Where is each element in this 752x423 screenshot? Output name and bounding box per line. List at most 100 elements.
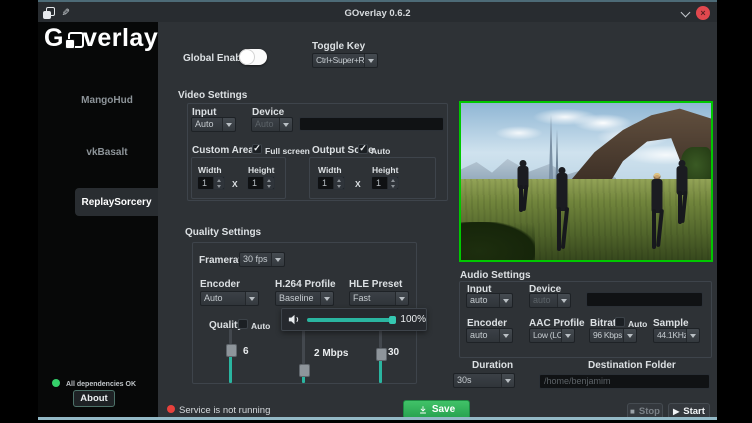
about-button[interactable]: About bbox=[73, 390, 115, 407]
bitrate-slider[interactable] bbox=[299, 329, 308, 383]
slider-handle[interactable] bbox=[389, 316, 396, 324]
character-silhouette bbox=[516, 160, 530, 212]
output-scale-auto-checkbox[interactable]: ✓ bbox=[358, 144, 368, 154]
custom-area-group: Width 1 X Height 1 bbox=[191, 157, 286, 199]
aac-profile-select[interactable]: Low (LC) bbox=[529, 328, 575, 343]
scale-width-spinner[interactable]: 1 bbox=[317, 176, 345, 190]
play-icon: ▶ bbox=[673, 408, 679, 416]
window-titlebar: ✎ GOverlay 0.6.2 × bbox=[38, 0, 717, 22]
h264-profile-label: H.264 Profile bbox=[275, 280, 336, 290]
sidebar-item-vkbasalt[interactable]: vkBasalt bbox=[38, 147, 158, 158]
x-separator: X bbox=[232, 180, 238, 189]
bitrate-select[interactable]: 96 Kbps bbox=[589, 328, 637, 343]
logo-text-suffix: verlay bbox=[83, 24, 158, 53]
output-scale-group: Width 1 X Height 1 bbox=[309, 157, 436, 199]
duration-select[interactable]: 30s bbox=[453, 373, 515, 388]
main-content: Global Enable Toggle Key Ctrl+Super+R Vi… bbox=[158, 22, 717, 417]
check-icon: ✓ bbox=[359, 144, 367, 153]
stop-icon: ■ bbox=[630, 408, 635, 416]
global-enable-toggle[interactable] bbox=[239, 49, 267, 65]
quality-max-slider[interactable] bbox=[376, 329, 385, 383]
character-silhouette bbox=[553, 167, 571, 251]
character-silhouette bbox=[675, 160, 689, 224]
down-arrow-icon[interactable] bbox=[264, 183, 274, 189]
character-silhouette bbox=[649, 173, 665, 249]
audio-settings-group: Input auto Device auto Encoder auto AAC … bbox=[459, 281, 712, 358]
output-scale-auto-label: Auto bbox=[371, 147, 390, 156]
destination-folder-label: Destination Folder bbox=[588, 361, 676, 371]
quality-min-value: 6 bbox=[243, 346, 249, 357]
video-device-field[interactable] bbox=[299, 117, 444, 131]
fullscreen-label: Full screen bbox=[265, 147, 310, 156]
game-preview bbox=[459, 101, 713, 262]
dependencies-status: All dependencies OK bbox=[66, 381, 136, 388]
volume-popup: 100% bbox=[281, 308, 427, 331]
video-device-select[interactable]: Auto bbox=[251, 117, 293, 132]
service-status-text: Service is not running bbox=[179, 405, 270, 416]
duration-label: Duration bbox=[472, 361, 513, 371]
h264-profile-select[interactable]: Baseline bbox=[275, 291, 334, 306]
volume-slider[interactable] bbox=[307, 318, 394, 322]
sidebar-item-mangohud[interactable]: MangoHud bbox=[38, 95, 158, 106]
video-input-select[interactable]: Auto bbox=[191, 117, 236, 132]
slider-handle[interactable] bbox=[376, 348, 387, 361]
hle-preset-label: HLE Preset bbox=[349, 280, 402, 290]
down-arrow-icon[interactable] bbox=[334, 183, 344, 189]
down-arrow-icon[interactable] bbox=[388, 183, 398, 189]
down-arrow-icon[interactable] bbox=[214, 183, 224, 189]
goverlay-logo: G verlay bbox=[44, 24, 158, 53]
slider-handle[interactable] bbox=[299, 364, 310, 377]
quality-min-slider[interactable] bbox=[226, 329, 235, 383]
sample-select[interactable]: 44.1KHz bbox=[653, 328, 700, 343]
save-download-icon bbox=[418, 405, 428, 415]
chevron-down-icon bbox=[499, 294, 512, 307]
service-status-dot bbox=[167, 405, 175, 413]
chevron-down-icon bbox=[557, 294, 570, 307]
fullscreen-checkbox[interactable]: ✓ bbox=[252, 144, 262, 154]
window-title: GOverlay 0.6.2 bbox=[38, 4, 717, 24]
bitrate-auto-checkbox[interactable] bbox=[615, 317, 625, 327]
video-settings-group: Input Auto Device Auto Custom Area ✓ Ful… bbox=[187, 103, 448, 201]
dependencies-status-dot bbox=[52, 379, 60, 387]
framerate-select[interactable]: 30 fps bbox=[239, 252, 285, 267]
audio-device-select[interactable]: auto bbox=[529, 293, 571, 308]
scale-height-spinner[interactable]: 1 bbox=[371, 176, 399, 190]
chevron-down-icon bbox=[501, 374, 514, 387]
custom-height-spinner[interactable]: 1 bbox=[247, 176, 275, 190]
close-button[interactable]: × bbox=[696, 6, 710, 20]
custom-area-label: Custom Area bbox=[192, 146, 254, 156]
width-label: Width bbox=[318, 166, 342, 175]
audio-encoder-select[interactable]: auto bbox=[466, 328, 513, 343]
chevron-down-icon bbox=[623, 329, 636, 342]
quality-settings-title: Quality Settings bbox=[185, 228, 261, 238]
toggle-key-select[interactable]: Ctrl+Super+R bbox=[312, 53, 378, 68]
chevron-down-icon bbox=[245, 292, 258, 305]
encoder-label: Encoder bbox=[200, 280, 240, 290]
encoder-select[interactable]: Auto bbox=[200, 291, 259, 306]
audio-input-select[interactable]: auto bbox=[466, 293, 513, 308]
custom-width-spinner[interactable]: 1 bbox=[197, 176, 225, 190]
quality-max-value: 30 bbox=[388, 347, 399, 358]
window-bottom-border bbox=[38, 417, 717, 420]
bitrate-value: 2 Mbps bbox=[314, 348, 348, 359]
hle-preset-select[interactable]: Fast bbox=[349, 291, 409, 306]
width-label: Width bbox=[198, 166, 222, 175]
chevron-down-icon bbox=[499, 329, 512, 342]
chevron-down-icon bbox=[561, 329, 574, 342]
audio-device-field[interactable] bbox=[586, 292, 703, 307]
audio-settings-title: Audio Settings bbox=[460, 271, 531, 281]
video-settings-title: Video Settings bbox=[178, 91, 247, 101]
check-icon: ✓ bbox=[253, 144, 261, 153]
chevron-down-icon bbox=[320, 292, 333, 305]
speaker-icon bbox=[287, 312, 302, 327]
quality-auto-label: Auto bbox=[251, 322, 270, 331]
destination-folder-field[interactable]: /home/benjamim bbox=[539, 374, 710, 389]
slider-handle[interactable] bbox=[226, 344, 237, 357]
volume-value: 100% bbox=[400, 314, 426, 325]
sidebar-item-replaysorcery[interactable]: ReplaySorcery bbox=[75, 188, 158, 216]
quality-auto-checkbox[interactable] bbox=[238, 319, 248, 329]
bushes bbox=[459, 222, 535, 262]
chevron-down-icon bbox=[395, 292, 408, 305]
toggle-key-value: Ctrl+Super+R bbox=[313, 54, 364, 67]
height-label: Height bbox=[372, 166, 398, 175]
